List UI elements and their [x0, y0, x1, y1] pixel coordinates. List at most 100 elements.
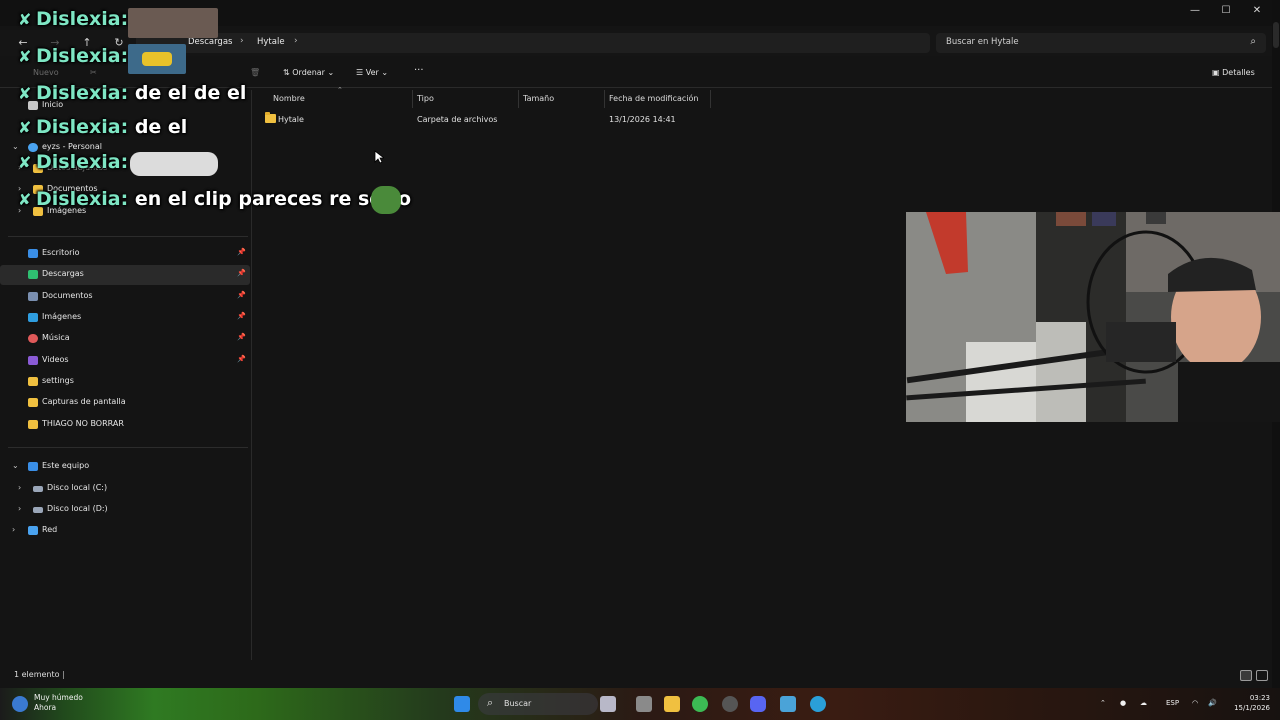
column-divider[interactable]: [710, 90, 711, 108]
pin-icon[interactable]: 📌: [237, 248, 246, 256]
tray-cloud-icon[interactable]: ☁: [1140, 699, 1147, 707]
cut-icon[interactable]: ✂: [90, 68, 97, 77]
column-divider[interactable]: [604, 90, 605, 108]
item-count: 1 elemento |: [14, 670, 65, 679]
details-view-icon[interactable]: [1240, 670, 1252, 681]
sidebar-item-screenshots[interactable]: Capturas de pantalla: [0, 393, 250, 413]
sidebar-item-this-pc[interactable]: ⌄ Este equipo: [0, 457, 250, 477]
dislexia-badge-icon: ✘: [18, 47, 32, 66]
more-options-icon[interactable]: ···: [414, 65, 424, 76]
sidebar-item-network[interactable]: › Red: [0, 521, 250, 541]
chevron-down-icon[interactable]: ⌄: [12, 461, 19, 470]
emote-image: [128, 8, 218, 38]
sidebar-item-pictures[interactable]: Imágenes 📌: [0, 308, 250, 328]
system-clock[interactable]: 03:23 15/1/2026: [1226, 693, 1270, 713]
column-divider[interactable]: [518, 90, 519, 108]
sidebar-item-label: Videos: [42, 355, 69, 364]
sort-button[interactable]: ⇅ Ordenar ⌄: [283, 68, 334, 77]
chat-username: Dislexia:: [36, 45, 129, 67]
folder-icon: [28, 398, 38, 407]
file-explorer-icon[interactable]: [664, 696, 680, 712]
delete-icon[interactable]: 🗑: [250, 68, 260, 77]
weather-widget[interactable]: Muy húmedo Ahora: [34, 693, 83, 713]
chat-text: de el de el: [134, 82, 247, 104]
sidebar-item-label: Disco local (C:): [47, 483, 108, 492]
sidebar-item-desktop[interactable]: Escritorio 📌: [0, 244, 250, 264]
chat-message: ✘ Dislexia:: [18, 8, 128, 30]
folder-icon: [28, 420, 38, 429]
details-label: Detalles: [1222, 68, 1255, 77]
divider: [8, 447, 248, 448]
chevron-down-icon[interactable]: ⌄: [12, 142, 19, 151]
dislexia-badge-icon: ✘: [18, 10, 32, 29]
tiles-view-icon[interactable]: [1256, 670, 1268, 681]
network-icon: [28, 526, 38, 535]
tray-chevron-icon[interactable]: ⌃: [1100, 699, 1106, 707]
sidebar-item-label: Música: [42, 333, 70, 342]
file-row-hytale[interactable]: Hytale Carpeta de archivos 13/1/2026 14:…: [261, 110, 961, 129]
chevron-right-icon[interactable]: ›: [12, 525, 15, 534]
column-header-size[interactable]: Tamaño: [523, 94, 554, 103]
scrollbar[interactable]: [1273, 22, 1279, 48]
new-button[interactable]: Nuevo: [18, 68, 59, 77]
sidebar-item-downloads[interactable]: Descargas 📌: [0, 265, 250, 285]
view-button[interactable]: ☰ Ver ⌄: [356, 68, 388, 77]
pin-icon[interactable]: 📌: [237, 333, 246, 341]
tray-app-icon[interactable]: ●: [1120, 699, 1126, 707]
widgets-icon[interactable]: [636, 696, 652, 712]
sidebar-item-videos[interactable]: Videos 📌: [0, 351, 250, 371]
chrome-icon[interactable]: [692, 696, 708, 712]
start-icon[interactable]: [454, 696, 470, 712]
pictures-icon: [28, 313, 38, 322]
column-header-type[interactable]: Tipo: [417, 94, 434, 103]
app-icon[interactable]: [780, 696, 796, 712]
obs-icon[interactable]: [722, 696, 738, 712]
language-indicator[interactable]: ESP: [1166, 699, 1179, 707]
sidebar-item-music[interactable]: Música 📌: [0, 329, 250, 349]
sidebar-item-label: eyzs - Personal: [42, 142, 103, 151]
webcam-image: [906, 212, 1280, 422]
chevron-right-icon[interactable]: ›: [18, 504, 21, 513]
dislexia-badge-icon: ✘: [18, 190, 32, 209]
sidebar-item-settings[interactable]: settings: [0, 372, 250, 392]
sidebar-item-thiago[interactable]: THIAGO NO BORRAR: [0, 415, 250, 435]
breadcrumb-hytale[interactable]: Hytale: [257, 37, 285, 47]
taskbar-search[interactable]: ⌕ Buscar: [478, 693, 598, 715]
video-icon: [28, 356, 38, 365]
sort-label: Ordenar: [292, 68, 325, 77]
weather-time: Ahora: [34, 703, 57, 712]
volume-icon[interactable]: 🔊: [1208, 699, 1217, 707]
column-header-name[interactable]: Nombre: [273, 94, 305, 103]
search-placeholder: Buscar en Hytale: [946, 37, 1019, 47]
sidebar-item-documents[interactable]: Documentos 📌: [0, 287, 250, 307]
maximize-button[interactable]: ☐: [1211, 4, 1241, 18]
search-input[interactable]: Buscar en Hytale ⌕: [936, 33, 1266, 53]
close-button[interactable]: ✕: [1242, 4, 1272, 18]
pin-icon[interactable]: 📌: [237, 269, 246, 277]
pin-icon[interactable]: 📌: [237, 312, 246, 320]
column-header-modified[interactable]: Fecha de modificación: [609, 94, 698, 103]
sidebar-item-drive-c[interactable]: › Disco local (C:): [0, 479, 250, 499]
download-icon: [28, 270, 38, 279]
task-view-icon[interactable]: [600, 696, 616, 712]
weather-icon[interactable]: [12, 696, 28, 712]
address-bar[interactable]: Descargas › Hytale ›: [136, 33, 930, 53]
status-bar: 1 elemento |: [0, 666, 1272, 684]
sidebar-item-drive-d[interactable]: › Disco local (D:): [0, 500, 250, 520]
pin-icon[interactable]: 📌: [237, 355, 246, 363]
file-type: Carpeta de archivos: [417, 115, 498, 124]
chevron-right-icon[interactable]: ›: [18, 483, 21, 492]
breadcrumb-separator[interactable]: ›: [294, 36, 298, 46]
breadcrumb-separator[interactable]: ›: [240, 36, 244, 46]
search-icon[interactable]: ⌕: [1250, 36, 1256, 47]
wifi-icon[interactable]: ◠: [1192, 699, 1198, 707]
sidebar-item-label: THIAGO NO BORRAR: [42, 419, 124, 428]
details-button[interactable]: ▣ Detalles: [1212, 68, 1255, 77]
pin-icon[interactable]: 📌: [237, 291, 246, 299]
breadcrumb-descargas[interactable]: Descargas: [188, 37, 232, 47]
column-divider[interactable]: [412, 90, 413, 108]
edge-icon[interactable]: [810, 696, 826, 712]
folder-icon: [265, 112, 276, 123]
discord-icon[interactable]: [750, 696, 766, 712]
minimize-button[interactable]: —: [1180, 4, 1210, 18]
